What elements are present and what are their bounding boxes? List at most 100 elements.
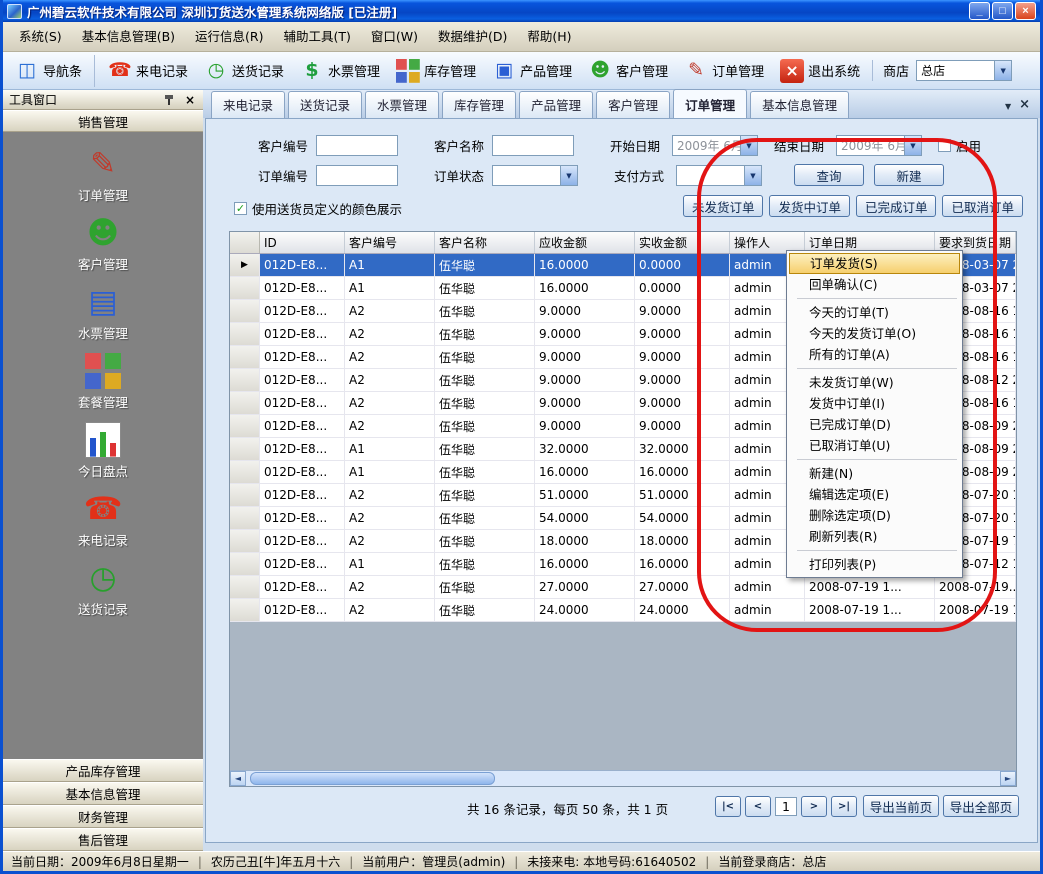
sidebar-section[interactable]: 基本信息管理 <box>3 782 203 805</box>
sidebar-item[interactable]: 套餐管理 <box>53 353 153 411</box>
order-status-filter-button[interactable]: 已取消订单 <box>942 195 1023 217</box>
row-selector[interactable] <box>230 438 260 460</box>
customer-name-input[interactable] <box>492 135 574 156</box>
order-status-filter-button[interactable]: 发货中订单 <box>769 195 850 217</box>
menu-item[interactable]: 数据维护(D) <box>428 23 517 51</box>
column-header-receivable[interactable]: 应收金额 <box>535 232 635 253</box>
menu-item[interactable]: 辅助工具(T) <box>274 23 361 51</box>
enable-date-checkbox[interactable] <box>938 139 951 152</box>
row-selector[interactable] <box>230 277 260 299</box>
context-menu-item[interactable]: 发货中订单(I) <box>789 393 960 414</box>
toolbar-button[interactable]: 导航条 <box>7 55 95 87</box>
query-button[interactable]: 查询 <box>794 164 864 186</box>
row-selector[interactable] <box>230 530 260 552</box>
column-header-received[interactable]: 实收金额 <box>635 232 730 253</box>
toolbar-button[interactable]: 客户管理 <box>580 55 676 87</box>
context-menu-item[interactable]: 新建(N) <box>789 463 960 484</box>
customer-no-input[interactable] <box>316 135 398 156</box>
toolbar-button[interactable]: 产品管理 <box>484 55 580 87</box>
row-selector[interactable] <box>230 599 260 621</box>
scroll-left-arrow-icon[interactable] <box>230 771 246 786</box>
close-icon[interactable] <box>183 93 197 107</box>
order-no-input[interactable] <box>316 165 398 186</box>
context-menu-item[interactable]: 删除选定项(D) <box>789 505 960 526</box>
store-select[interactable]: 总店 <box>916 60 1012 81</box>
chevron-down-icon[interactable] <box>560 166 577 185</box>
tab[interactable]: 基本信息管理 <box>750 91 849 118</box>
order-status-filter-button[interactable]: 已完成订单 <box>856 195 937 217</box>
end-date-select[interactable]: 2009年 6月 8日 <box>836 135 922 156</box>
row-selector[interactable] <box>230 461 260 483</box>
context-menu-item[interactable] <box>797 550 957 551</box>
next-page-button[interactable]: > <box>801 796 827 817</box>
sidebar-section-sales[interactable]: 销售管理 <box>3 110 203 132</box>
tab[interactable]: 库存管理 <box>442 91 516 118</box>
sidebar-item[interactable]: 客户管理 <box>53 215 153 273</box>
chevron-down-icon[interactable] <box>744 166 761 185</box>
toolbar-button[interactable]: 来电记录 <box>100 55 196 87</box>
toolbar-button[interactable]: 库存管理 <box>388 55 484 87</box>
column-header-customer-no[interactable]: 客户编号 <box>345 232 435 253</box>
column-header-id[interactable]: ID <box>260 232 345 253</box>
sidebar-section[interactable]: 产品库存管理 <box>3 759 203 782</box>
context-menu-item[interactable]: 打印列表(P) <box>789 554 960 575</box>
export-current-page-button[interactable]: 导出当前页 <box>863 795 939 817</box>
sidebar-item[interactable]: 订单管理 <box>53 146 153 204</box>
minimize-button[interactable]: _ <box>969 2 990 20</box>
context-menu-item[interactable]: 已完成订单(D) <box>789 414 960 435</box>
context-menu-item[interactable]: 编辑选定项(E) <box>789 484 960 505</box>
sidebar-item[interactable]: 今日盘点 <box>53 422 153 480</box>
menu-item[interactable]: 窗口(W) <box>361 23 428 51</box>
context-menu-item[interactable] <box>797 368 957 369</box>
chevron-down-icon[interactable] <box>904 136 921 155</box>
menu-item[interactable]: 系统(S) <box>9 23 72 51</box>
row-selector[interactable] <box>230 300 260 322</box>
toolbar-button[interactable]: 退出系统 <box>772 55 868 87</box>
context-menu-item[interactable] <box>797 459 957 460</box>
tab-close-icon[interactable] <box>1019 97 1030 112</box>
sidebar-item[interactable]: 水票管理 <box>53 284 153 342</box>
scrollbar-track[interactable] <box>246 771 1000 786</box>
context-menu-item[interactable]: 刷新列表(R) <box>789 526 960 547</box>
column-header-customer-name[interactable]: 客户名称 <box>435 232 535 253</box>
row-selector[interactable] <box>230 553 260 575</box>
table-row[interactable]: 012D-E8... A2 伍华聪 24.0000 24.0000 admin … <box>230 599 1016 622</box>
prev-page-button[interactable]: < <box>745 796 771 817</box>
close-button[interactable]: × <box>1015 2 1036 20</box>
current-page-input[interactable]: 1 <box>775 797 797 816</box>
pay-method-select[interactable] <box>676 165 762 186</box>
row-selector[interactable] <box>230 507 260 529</box>
row-selector[interactable] <box>230 576 260 598</box>
tab[interactable]: 水票管理 <box>365 91 439 118</box>
row-selector[interactable] <box>230 392 260 414</box>
tab-list-chevron-icon[interactable] <box>1005 98 1011 112</box>
context-menu-item[interactable]: 已取消订单(U) <box>789 435 960 456</box>
context-menu-item[interactable]: 今天的订单(T) <box>789 302 960 323</box>
tab[interactable]: 客户管理 <box>596 91 670 118</box>
start-date-select[interactable]: 2009年 6月 8日 <box>672 135 758 156</box>
context-menu-item[interactable]: 回单确认(C) <box>789 274 960 295</box>
row-selector[interactable] <box>230 415 260 437</box>
row-selector[interactable] <box>230 254 260 276</box>
use-courier-color-checkbox[interactable] <box>234 202 247 215</box>
last-page-button[interactable]: >| <box>831 796 857 817</box>
maximize-button[interactable]: □ <box>992 2 1013 20</box>
menu-item[interactable]: 基本信息管理(B) <box>72 23 185 51</box>
row-selector[interactable] <box>230 369 260 391</box>
order-status-filter-button[interactable]: 未发货订单 <box>683 195 764 217</box>
row-selector[interactable] <box>230 346 260 368</box>
pin-icon[interactable] <box>163 93 176 106</box>
chevron-down-icon[interactable] <box>740 136 757 155</box>
tab[interactable]: 产品管理 <box>519 91 593 118</box>
new-button[interactable]: 新建 <box>874 164 944 186</box>
chevron-down-icon[interactable] <box>994 61 1011 80</box>
tab[interactable]: 来电记录 <box>211 91 285 118</box>
context-menu-item[interactable] <box>797 298 957 299</box>
export-all-pages-button[interactable]: 导出全部页 <box>943 795 1019 817</box>
toolbar-button[interactable]: 订单管理 <box>676 55 772 87</box>
order-state-select[interactable] <box>492 165 578 186</box>
tab[interactable]: 订单管理 <box>673 89 747 118</box>
row-selector[interactable] <box>230 323 260 345</box>
horizontal-scrollbar[interactable] <box>230 770 1016 786</box>
sidebar-item[interactable]: 送货记录 <box>53 560 153 618</box>
